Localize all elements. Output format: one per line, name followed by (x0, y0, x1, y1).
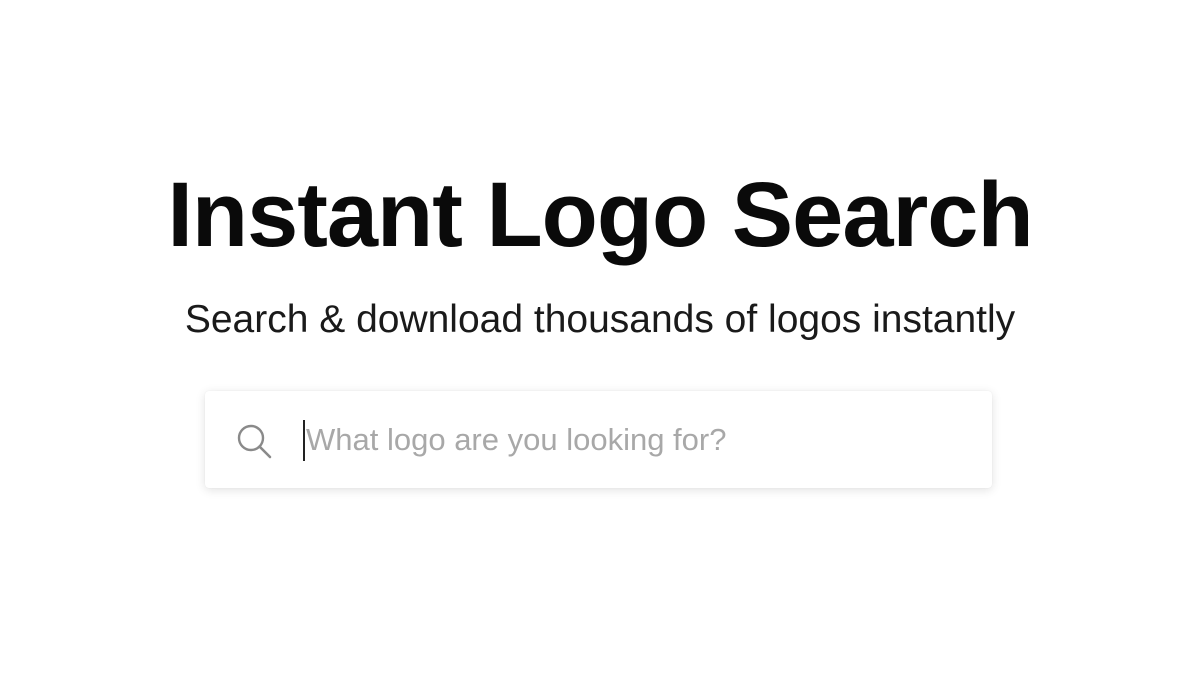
landing-page: Instant Logo Search Search & download th… (0, 0, 1200, 675)
page-subtitle: Search & download thousands of logos ins… (184, 298, 1016, 341)
page-title: Instant Logo Search (167, 164, 1033, 266)
text-cursor (303, 420, 305, 461)
search-icon (234, 421, 276, 463)
search-input[interactable] (302, 414, 962, 466)
